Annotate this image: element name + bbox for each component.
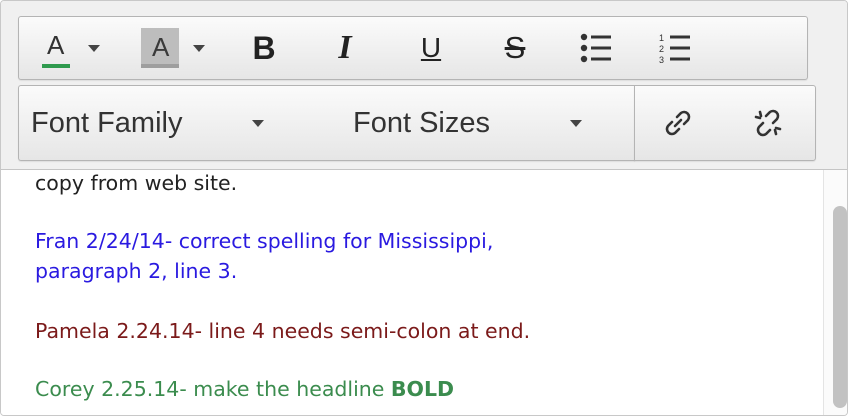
svg-text:3: 3 [659,55,664,64]
text-color-swatch [42,64,70,68]
remove-link-button[interactable] [721,86,815,160]
font-family-dropdown[interactable]: Font Family [19,86,329,160]
comment-corey-text: Corey 2.25.14- make the headline [35,377,391,401]
chevron-down-icon[interactable] [252,119,265,127]
comment-corey-bold: BOLD [390,377,455,401]
underline-button[interactable]: U [389,17,473,79]
numbered-list-icon: 1 2 3 [659,33,690,64]
comment-corey: Corey 2.25.14- make the headline BOLD [35,374,454,404]
bold-button[interactable]: B [227,17,301,79]
italic-button[interactable]: I [301,17,389,79]
text-color-letter: A [47,30,65,60]
strikethrough-icon: S [504,30,526,65]
font-family-label: Font Family [31,106,183,139]
svg-text:1: 1 [659,33,664,43]
comment-pamela: Pamela 2.24.14- line 4 needs semi-colon … [35,319,531,343]
font-button-group: Font Family Font Sizes [18,85,635,161]
font-sizes-dropdown[interactable]: Font Sizes [329,86,635,160]
chevron-down-icon[interactable] [193,44,205,52]
bullet-list-icon [580,33,611,63]
content-line: copy from web site. [35,171,238,195]
strikethrough-button[interactable]: S [473,17,557,79]
formatting-button-group: A A B I U S 1 2 3 [18,16,808,80]
font-color-icon: A [42,28,70,68]
bullet-list-button[interactable] [557,17,635,79]
bold-icon: B [252,29,276,66]
font-sizes-label: Font Sizes [353,106,490,139]
editor-content[interactable]: copy from web site. Fran 2/24/14- correc… [1,170,823,415]
insert-link-button[interactable] [635,86,721,160]
comment-fran-line1: Fran 2/24/14- correct spelling for Missi… [35,229,494,253]
editor-frame: A A B I U S 1 2 3 Font Family Font Sizes… [0,0,848,416]
svg-text:2: 2 [659,44,664,54]
chevron-down-icon[interactable] [88,44,100,52]
background-color-letter: A [152,32,170,62]
chevron-down-icon[interactable] [570,119,582,127]
italic-icon: I [338,29,352,66]
unlink-icon [754,109,782,137]
text-color-button[interactable]: A [19,17,123,79]
background-color-button[interactable]: A [123,17,227,79]
link-button-group [634,85,816,161]
editor-toolbar: A A B I U S 1 2 3 Font Family Font Sizes [1,1,847,170]
underline-icon: U [420,32,442,63]
comment-fran-line2: paragraph 2, line 3. [35,259,238,283]
numbered-list-button[interactable]: 1 2 3 [635,17,715,79]
background-color-icon: A [141,28,179,68]
link-icon [665,110,691,136]
scrollbar-thumb[interactable] [833,206,847,408]
